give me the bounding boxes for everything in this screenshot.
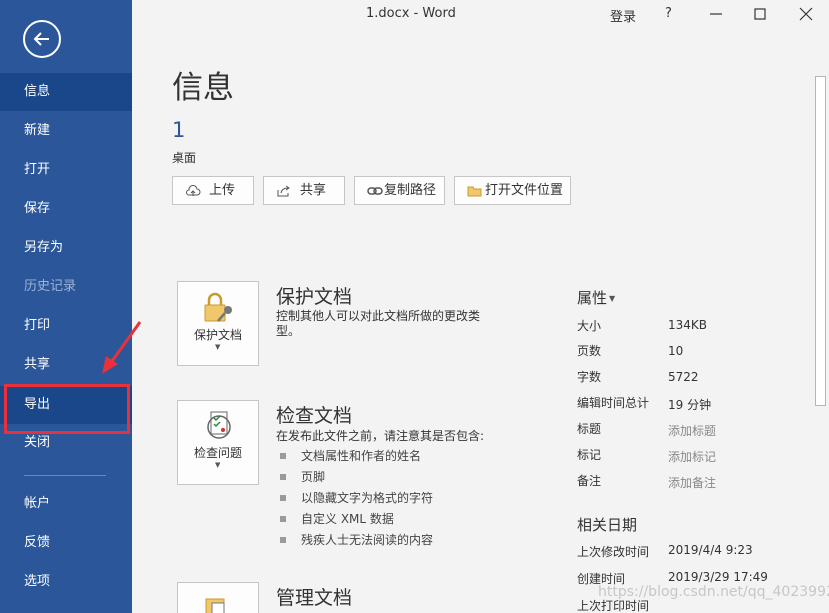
property-label: 标记 [577,448,602,462]
properties-heading: 属性 [577,289,608,307]
sidebar-item-history: 历史记录 [24,279,77,294]
maximize-icon[interactable] [750,4,770,24]
property-value: 5722 [668,370,699,384]
minimize-icon[interactable] [706,4,726,24]
protect-document-title: 保护文档 [276,286,353,308]
sidebar-item-new[interactable]: 新建 [0,112,132,150]
manage-document-icon [205,598,225,613]
document-name: 1 [172,118,186,142]
inspect-document-icon [207,411,231,439]
sidebar-item-options[interactable]: 选项 [0,563,132,601]
annotation-arrow-icon [102,321,142,374]
chevron-down-icon: ▼ [609,294,616,303]
window-title: 1.docx - Word [366,6,456,21]
scrollbar-thumb[interactable] [815,76,826,406]
folder-icon [467,186,482,197]
manage-document-title: 管理文档 [276,587,353,609]
list-item-text: 文档属性和作者的姓名 [301,449,422,463]
bullet-icon [280,537,286,543]
check-for-issues-button[interactable]: 检查问题 ▼ [177,400,259,485]
lock-key-icon [204,292,232,322]
date-value: 2019/3/29 17:49 [668,570,768,584]
date-label: 上次修改时间 [577,545,650,559]
property-label: 编辑时间总计 [577,396,650,410]
property-label: 标题 [577,422,602,436]
document-location: 桌面 [172,151,197,165]
sidebar-item-save[interactable]: 保存 [0,190,132,228]
property-label: 大小 [577,319,602,333]
close-icon[interactable] [796,4,816,24]
related-dates-heading: 相关日期 [577,516,638,534]
list-item-text: 残疾人士无法阅读的内容 [301,533,434,547]
upload-label: 上传 [209,183,236,198]
add-title-field[interactable]: 添加标题 [668,422,716,439]
date-value: 2019/4/4 9:23 [668,543,753,557]
vertical-scrollbar[interactable] [812,62,829,613]
open-file-location-label: 打开文件位置 [485,183,564,198]
property-label: 字数 [577,370,602,384]
protect-document-desc-line1: 控制其他人可以对此文档所做的更改类 [276,309,481,323]
sidebar-item-account[interactable]: 帐户 [0,485,132,523]
back-arrow-icon[interactable] [23,20,61,58]
share-button[interactable]: 共享 [263,176,345,205]
list-item-text: 自定义 XML 数据 [301,512,394,526]
watermark: https://blog.csdn.net/qq_40239927 [598,584,829,600]
property-value: 134KB [668,318,708,332]
help-button[interactable]: ? [665,6,672,21]
page-title: 信息 [172,70,234,106]
sidebar-item-open[interactable]: 打开 [0,151,132,189]
property-value: 10 [668,344,684,358]
protect-document-button[interactable]: 保护文档 ▼ [177,281,259,366]
share-label: 共享 [300,183,327,198]
protect-document-card-label: 保护文档 [193,328,242,342]
inspect-document-title: 检查文档 [276,405,353,427]
sidebar-item-save-as[interactable]: 另存为 [0,229,132,267]
sidebar-divider [24,475,106,476]
bullet-icon [280,495,286,501]
chevron-down-icon: ▼ [215,461,221,469]
list-item-text: 页脚 [301,470,326,484]
bullet-icon [280,474,286,480]
check-for-issues-card-label: 检查问题 [193,446,242,460]
chevron-down-icon: ▼ [215,343,221,351]
property-label: 备注 [577,474,602,488]
bullet-icon [280,516,286,522]
protect-document-desc-line2: 型。 [276,324,301,338]
link-icon [367,187,383,195]
add-comments-field[interactable]: 添加备注 [668,474,716,491]
inspect-document-desc: 在发布此文件之前，请注意其是否包含: [276,429,485,443]
cloud-upload-icon [186,185,201,196]
property-label: 页数 [577,344,602,358]
sidebar-item-info[interactable]: 信息 [0,73,132,111]
sidebar-item-feedback[interactable]: 反馈 [0,524,132,562]
upload-button[interactable]: 上传 [172,176,254,205]
copy-path-label: 复制路径 [384,183,437,198]
bullet-icon [280,453,286,459]
property-value: 19 分钟 [668,398,712,412]
share-icon [277,185,290,197]
annotation-highlight-box [4,384,130,434]
properties-dropdown[interactable]: 属性 ▼ [577,287,615,308]
list-item-text: 以隐藏文字为格式的字符 [301,491,434,505]
login-button[interactable]: 登录 [610,6,636,25]
copy-path-button[interactable]: 复制路径 [354,176,445,205]
backstage-sidebar: 信息 新建 打开 保存 另存为 历史记录 打印 共享 导出 关闭 帐户 反馈 选… [0,0,132,613]
add-tags-field[interactable]: 添加标记 [668,448,716,465]
manage-document-button[interactable] [177,582,259,613]
open-file-location-button[interactable]: 打开文件位置 [454,176,571,205]
